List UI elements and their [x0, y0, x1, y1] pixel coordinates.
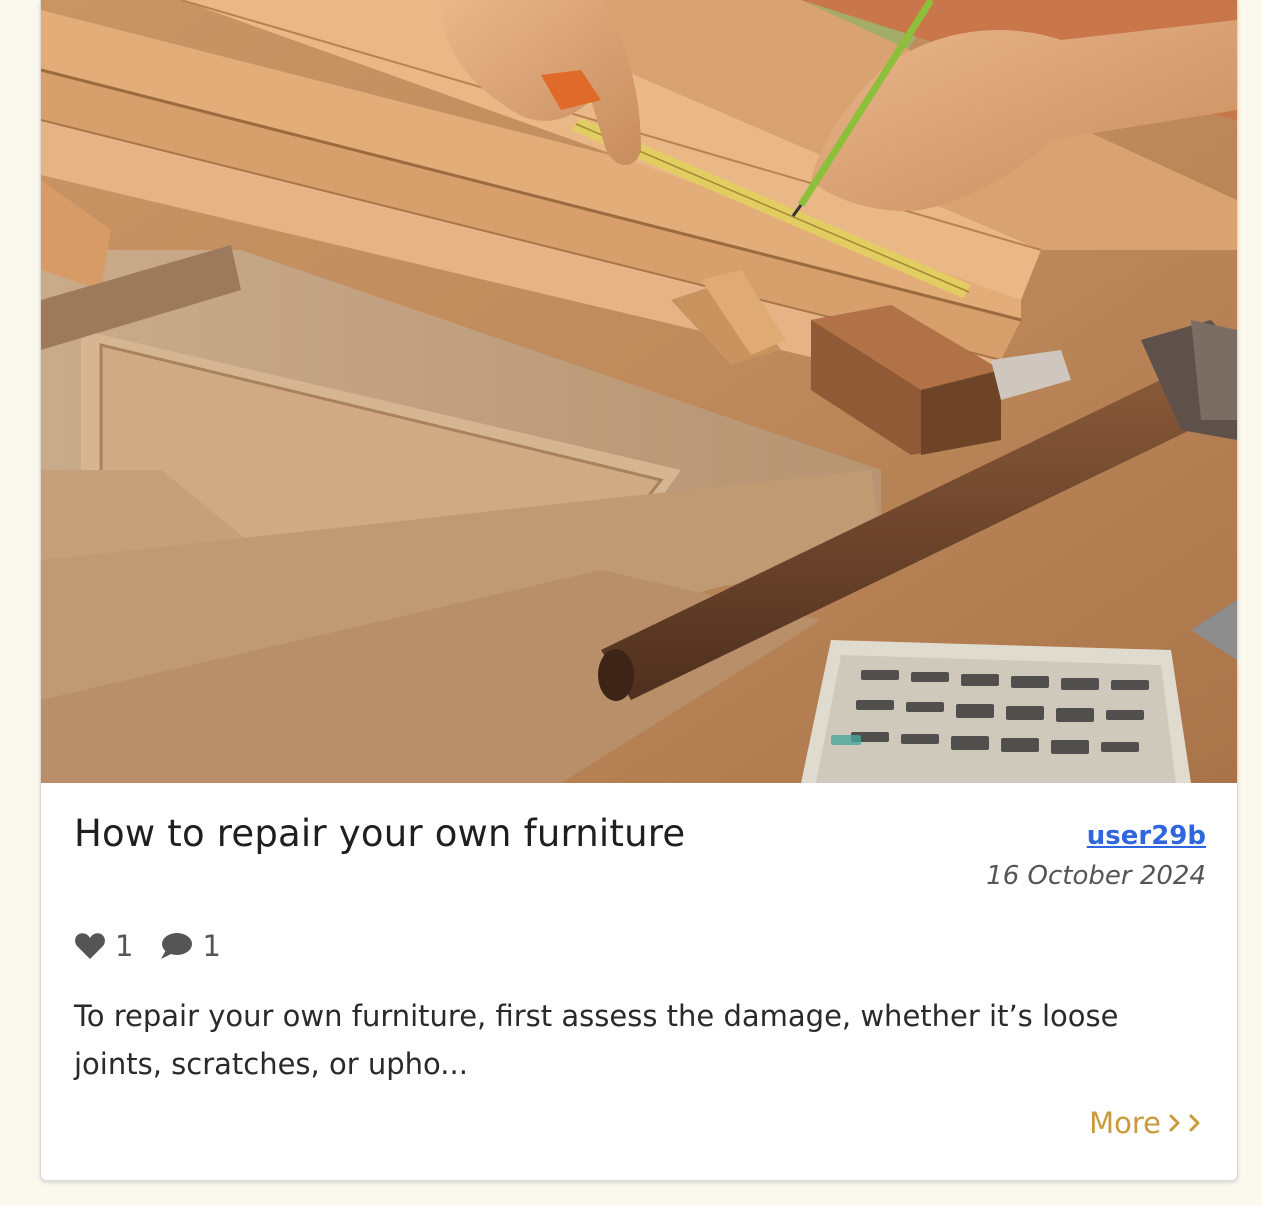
- post-excerpt: To repair your own furniture, first asse…: [74, 999, 1119, 1081]
- post-date: 16 October 2024: [986, 861, 1206, 891]
- chevron-right-icon: [1189, 1114, 1201, 1132]
- chevron-right-icon: [1169, 1114, 1181, 1132]
- comments-count: 1: [202, 929, 221, 963]
- speech-bubble-icon: [161, 933, 193, 959]
- post-card: How to repair your own furniture user29b…: [40, 0, 1238, 1181]
- carpentry-photo: [41, 0, 1237, 783]
- heart-icon: [75, 933, 105, 959]
- post-image[interactable]: [41, 0, 1237, 783]
- comments-stat[interactable]: 1: [159, 929, 221, 963]
- more-link[interactable]: More: [1089, 1106, 1201, 1140]
- author-link[interactable]: user29b: [986, 818, 1206, 854]
- likes-count: 1: [115, 929, 134, 963]
- post-title[interactable]: How to repair your own furniture: [74, 812, 685, 855]
- post-meta: user29b 16 October 2024: [986, 818, 1206, 894]
- post-stats: 1 1: [74, 926, 247, 966]
- more-label: More: [1089, 1106, 1161, 1140]
- likes-stat[interactable]: 1: [74, 929, 133, 963]
